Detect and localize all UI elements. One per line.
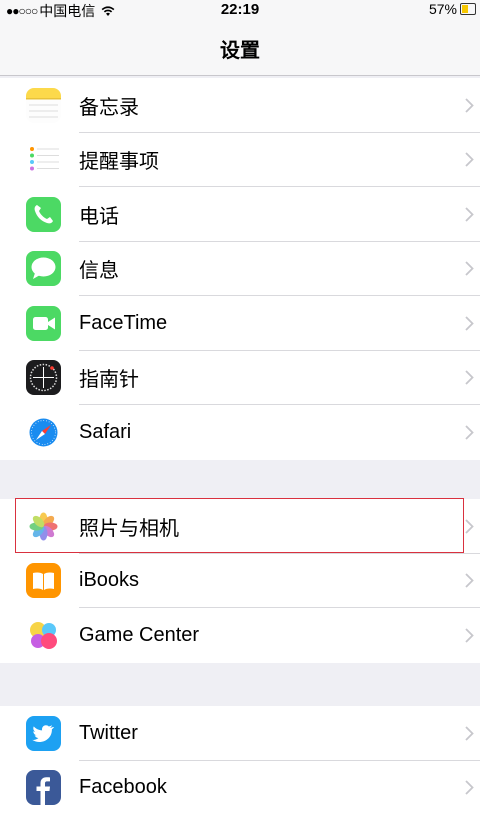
settings-group-social: Twitter Facebook [0,706,480,815]
settings-row-label: 备忘录 [79,91,139,120]
settings-row-label: 信息 [79,254,119,283]
settings-row-label: 电话 [79,200,119,229]
status-right: 57% [429,1,476,17]
settings-row-twitter[interactable]: Twitter [0,706,480,761]
settings-row-label: 指南针 [79,363,139,392]
settings-row-ibooks[interactable]: iBooks [0,554,480,609]
settings-row-game-center[interactable]: Game Center [0,608,480,663]
messages-icon [26,251,61,286]
photos-icon [26,509,61,544]
navigation-bar: 设置 [0,20,480,76]
settings-row-notes[interactable]: 备忘录 [0,78,480,133]
settings-row-facebook[interactable]: Facebook [0,761,480,815]
settings-row-reminders[interactable]: 提醒事项 [0,133,480,188]
facebook-icon [26,770,61,805]
chevron-right-icon [465,780,474,795]
settings-group-media: 照片与相机 iBooks Game Center [0,499,480,663]
status-bar: ●●○○○ 中国电信 22:19 57% [0,0,480,20]
chevron-right-icon [465,152,474,167]
settings-row-label: Facebook [79,776,167,799]
chevron-right-icon [465,207,474,222]
settings-row-messages[interactable]: 信息 [0,242,480,297]
chevron-right-icon [465,370,474,385]
settings-row-label: Game Center [79,624,199,647]
chevron-right-icon [465,261,474,276]
notes-icon [26,88,61,123]
settings-row-compass[interactable]: 指南针 [0,351,480,406]
twitter-icon [26,716,61,751]
chevron-right-icon [465,519,474,534]
status-time: 22:19 [0,1,480,18]
settings-row-label: 照片与相机 [79,512,179,541]
facetime-icon [26,306,61,341]
chevron-right-icon [465,425,474,440]
chevron-right-icon [465,98,474,113]
ibooks-icon [26,563,61,598]
settings-row-facetime[interactable]: FaceTime [0,296,480,351]
settings-group-apple-apps: 备忘录 提醒事项 电话 [0,78,480,460]
safari-icon [26,415,61,450]
page-title: 设置 [0,34,480,63]
settings-row-label: Safari [79,421,131,444]
settings-row-safari[interactable]: Safari [0,405,480,460]
settings-row-photos-camera[interactable]: 照片与相机 [0,499,480,554]
settings-row-label: FaceTime [79,312,167,335]
chevron-right-icon [465,726,474,741]
settings-row-label: Twitter [79,722,138,745]
chevron-right-icon [465,628,474,643]
settings-row-label: iBooks [79,569,139,592]
chevron-right-icon [465,316,474,331]
phone-icon [26,197,61,232]
battery-percent: 57% [429,1,457,17]
settings-row-label: 提醒事项 [79,145,159,174]
game-center-icon [26,618,61,653]
compass-icon [26,360,61,395]
battery-icon [460,3,476,15]
settings-row-phone[interactable]: 电话 [0,187,480,242]
battery-level-fill [462,5,468,13]
chevron-right-icon [465,573,474,588]
reminders-icon [26,142,61,177]
